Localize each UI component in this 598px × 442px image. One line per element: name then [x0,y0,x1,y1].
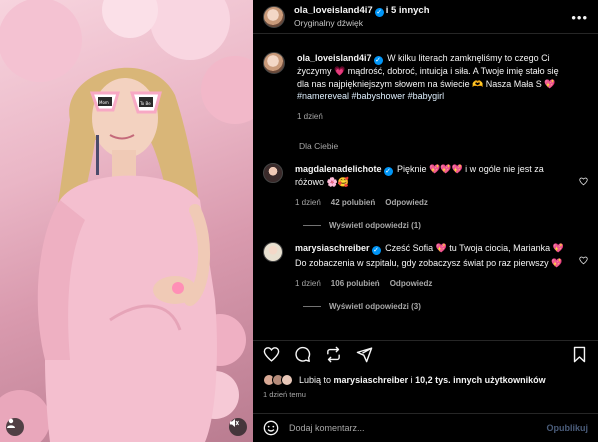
share-button[interactable] [356,346,373,363]
author-info: ola_loveisland4i7 ✓ i 5 innych Oryginalny … [294,4,430,29]
like-comment-heart-icon[interactable] [579,256,588,265]
comment-body: magdalenadelichote ✓ Pięknie 💖💖💖 i w ogól… [295,163,565,209]
likes-others[interactable]: 10,2 tys. innych użytkowników [415,375,546,385]
svg-text:To Be: To Be [139,101,151,106]
post-timestamp[interactable]: 1 dzień temu [263,390,306,399]
comment-meta: 1 dzień 42 polubień Odpowiedz [295,197,565,210]
comment-composer: Opublikuj [253,413,598,442]
comment-item: magdalenadelichote ✓ Pięknie 💖💖💖 i w ogól… [253,163,598,209]
more-options-icon[interactable]: ••• [571,10,588,25]
caption-meta: 1 dzień [297,111,567,124]
post-actions-bar [253,340,598,368]
comment-text-line2: Do zobaczenia w szpitalu, gdy zobaczysz … [295,258,563,268]
likes-summary: Lubią to marysiaschreiber i 10,2 tys. in… [263,374,588,386]
save-button[interactable] [571,346,588,363]
verified-badge-icon: ✓ [383,167,393,176]
likes-prefix: Lubią to [299,375,332,385]
tagged-users-button[interactable] [6,418,24,436]
comment-username[interactable]: magdalenadelichote [295,164,382,174]
reply-button[interactable]: Odpowiedz [385,197,428,210]
comment-likes[interactable]: 106 polubień [331,278,380,291]
caption-avatar[interactable] [263,52,285,74]
like-button[interactable] [263,346,280,363]
comment-meta: 1 dzień 106 polubień Odpowiedz [295,278,565,291]
comment-item: marysiaschreiber ✓ Cześć Sofia 💖 tu Twoja… [253,242,598,290]
emoji-icon[interactable] [263,420,279,436]
bookmark-icon [573,346,586,363]
mute-button[interactable] [229,418,247,436]
verified-badge-icon: ✓ [374,8,384,17]
send-icon [356,347,373,363]
section-label: Dla Ciebie [299,141,339,151]
view-replies-label: Wyświetl odpowiedzi (3) [329,302,421,311]
comment-time[interactable]: 1 dzień [295,278,321,291]
commenter-avatar[interactable] [263,242,283,262]
like-comment-heart-icon[interactable] [579,177,588,186]
publish-button[interactable]: Opublikuj [547,423,589,433]
thread-line [303,306,321,307]
verified-badge-icon: ✓ [373,56,383,65]
comment-bubble-icon [295,346,311,362]
caption-body: ola_loveisland4i7 ✓ W kilku literach zamk… [297,52,567,123]
repost-button[interactable] [325,346,342,363]
audio-label[interactable]: Oryginalny dźwięk [294,17,430,29]
commenter-avatar[interactable] [263,163,283,183]
post-details-panel: ola_loveisland4i7 ✓ i 5 innych Oryginalny … [253,0,598,442]
view-replies-label: Wyświetl odpowiedzi (1) [329,221,421,230]
comment-username[interactable]: marysiaschreiber [295,243,370,253]
comment-body: marysiaschreiber ✓ Cześć Sofia 💖 tu Twoja… [295,242,565,290]
post-header: ola_loveisland4i7 ✓ i 5 innych Oryginalny … [253,0,598,34]
repost-icon [327,346,340,363]
thread-line [303,225,321,226]
speaker-muted-icon [230,419,239,427]
reply-button[interactable]: Odpowiedz [390,278,433,291]
comment-button[interactable] [294,346,311,363]
svg-text:Mom: Mom [99,100,109,105]
instagram-post-modal: Mom To Be ola_loveisland4i7 ✓ i 5 innych… [0,0,598,442]
comment-likes[interactable]: 42 polubień [331,197,375,210]
view-replies-button[interactable]: Wyświetl odpowiedzi (1) [303,221,598,230]
user-icon [7,418,15,428]
caption-username[interactable]: ola_loveisland4i7 [297,53,372,63]
caption-time[interactable]: 1 dzień [297,111,323,124]
caption: ola_loveisland4i7 ✓ W kilku literach zamk… [253,52,598,123]
view-replies-button[interactable]: Wyświetl odpowiedzi (3) [303,302,598,311]
author-avatar[interactable] [263,5,285,28]
caption-hashtags[interactable]: #namereveal #babyshower #babygirl [297,91,444,101]
comment-text: Cześć Sofia 💖 tu Twoja ciocia, Marianka … [385,243,564,253]
comment-time[interactable]: 1 dzień [295,197,321,210]
photo-illustration: Mom To Be [0,0,253,442]
liker-avatars[interactable] [263,374,293,386]
comment-input[interactable] [289,423,547,433]
heart-icon [263,347,280,362]
post-photo[interactable]: Mom To Be [0,0,253,442]
collab-text[interactable]: i 5 innych [386,5,430,16]
likes-middle: i [410,375,413,385]
verified-badge-icon: ✓ [371,246,381,255]
author-username[interactable]: ola_loveisland4i7 [294,5,373,16]
likes-user[interactable]: marysiaschreiber [334,375,409,385]
comments-list: ola_loveisland4i7 ✓ W kilku literach zamk… [253,52,598,340]
